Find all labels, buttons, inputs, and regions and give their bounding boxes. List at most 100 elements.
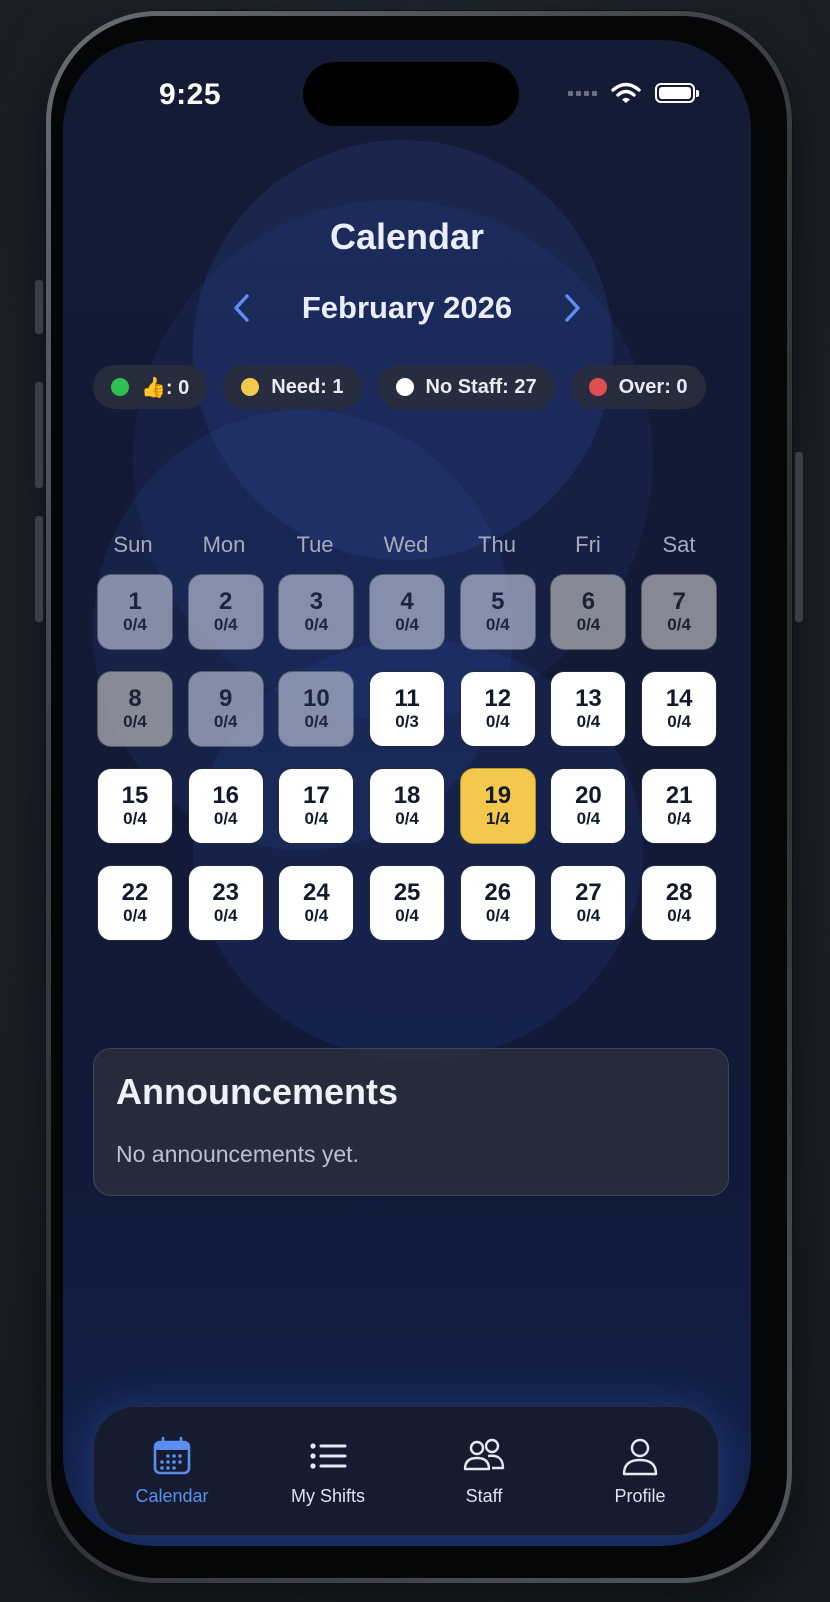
next-month-button[interactable] [552, 288, 592, 328]
staff-count: 0/4 [395, 615, 419, 634]
cellular-signal-icon [568, 90, 597, 96]
calendar-day-cell[interactable]: 9 0/4 [187, 671, 264, 747]
staff-count: 0/4 [213, 615, 238, 634]
day-number: 11 [394, 685, 420, 712]
day-number: 18 [393, 782, 421, 809]
calendar-day-cell[interactable]: 5 0/4 [459, 574, 536, 650]
weekday-label: Thu [478, 532, 516, 557]
day-number: 15 [121, 782, 149, 809]
staff-count: 0/3 [395, 712, 419, 731]
calendar-day-cell[interactable]: 22 0/4 [97, 865, 173, 941]
staff-count: 0/4 [395, 906, 419, 925]
day-number: 28 [665, 879, 693, 906]
calendar-day-cell[interactable]: 24 0/4 [278, 865, 355, 941]
calendar-day-cell[interactable]: 11 0/3 [369, 671, 446, 747]
dynamic-island [303, 62, 519, 126]
power-button [795, 452, 803, 622]
tab-my-shifts[interactable]: My Shifts [253, 1436, 403, 1507]
white-dot-icon [395, 378, 414, 396]
staff-count: 0/4 [667, 615, 691, 634]
weekday-label: Fri [575, 532, 601, 557]
month-label: February 2026 [301, 290, 513, 325]
calendar-day-cell[interactable]: 26 0/4 [459, 865, 536, 941]
staff-count: 0/4 [304, 906, 329, 925]
staff-count: 0/4 [576, 906, 601, 925]
day-number: 12 [484, 685, 512, 712]
calendar-day-cell[interactable]: 21 0/4 [641, 768, 718, 844]
calendar-day-cell[interactable]: 16 0/4 [187, 768, 264, 844]
status-time: 9:25 [159, 78, 222, 111]
staff-count: 0/4 [667, 809, 691, 828]
legend-need: Need: 1 [223, 365, 362, 409]
day-number: 21 [665, 782, 693, 809]
calendar-day-cell[interactable]: 18 0/4 [369, 768, 446, 844]
chevron-left-icon [234, 294, 249, 322]
day-number: 2 [219, 588, 233, 615]
day-number: 9 [219, 685, 233, 712]
legend-no-staff: No Staff: 27 [377, 365, 555, 409]
day-number: 27 [575, 879, 602, 906]
calendar-day-cell[interactable]: 19 1/4 [459, 768, 536, 844]
calendar-day-cell[interactable]: 1 0/4 [97, 574, 173, 650]
weekday-label: Tue [296, 532, 334, 557]
staff-count: 0/4 [576, 712, 601, 731]
day-number: 4 [400, 588, 414, 615]
day-number: 8 [128, 685, 142, 712]
tab-label: Calendar [135, 1485, 209, 1506]
calendar-day-cell[interactable]: 14 0/4 [641, 671, 718, 747]
calendar-day-cell[interactable]: 4 0/4 [369, 574, 446, 650]
calendar-day-cell[interactable]: 10 0/4 [278, 671, 355, 747]
calendar-day-cell[interactable]: 2 0/4 [187, 574, 264, 650]
staff-count: 0/4 [213, 906, 238, 925]
day-number: 1 [128, 588, 142, 615]
staff-count: 0/4 [123, 809, 147, 828]
red-dot-icon [588, 378, 607, 396]
bottom-tab-bar: Calendar My Shifts Staff Profile [93, 1406, 719, 1536]
day-number: 25 [393, 879, 421, 906]
calendar-day-cell[interactable]: 13 0/4 [550, 671, 627, 747]
wifi-icon [611, 82, 641, 103]
list-icon [310, 1442, 347, 1469]
mute-switch [35, 280, 43, 334]
staff-count: 0/4 [576, 615, 601, 634]
prev-month-button[interactable] [222, 288, 262, 328]
calendar-day-cell[interactable]: 7 0/4 [641, 574, 718, 650]
weekday-header: Sun Mon Tue Wed Thu Fri Sat [93, 532, 719, 558]
calendar-day-cell[interactable]: 6 0/4 [550, 574, 627, 650]
day-number: 23 [212, 879, 240, 906]
battery-icon [655, 83, 699, 103]
legend-label: Over: 0 [618, 375, 688, 398]
day-number: 17 [303, 782, 330, 809]
calendar-day-cell[interactable]: 3 0/4 [278, 574, 355, 650]
calendar-day-cell[interactable]: 28 0/4 [641, 865, 718, 941]
month-navigator: February 2026 [63, 288, 751, 328]
volume-down-button [35, 516, 43, 622]
calendar-day-cell[interactable]: 25 0/4 [369, 865, 446, 941]
status-legend: 👍: 0 Need: 1 No Staff: 27 Over: 0 [93, 365, 713, 409]
staff-count: 0/4 [576, 809, 601, 828]
calendar-day-cell[interactable]: 20 0/4 [550, 768, 627, 844]
day-number: 24 [303, 879, 330, 906]
calendar-day-cell[interactable]: 17 0/4 [278, 768, 355, 844]
phone-frame: 9:25 Calendar February 2026 👍: 0 Need: 1… [35, 10, 803, 1584]
calendar-day-cell[interactable]: 15 0/4 [97, 768, 173, 844]
legend-good: 👍: 0 [93, 365, 208, 409]
staff-count: 0/4 [304, 615, 329, 634]
tab-calendar[interactable]: Calendar [97, 1436, 247, 1507]
calendar-day-cell[interactable]: 23 0/4 [187, 865, 264, 941]
day-number: 14 [665, 685, 693, 712]
calendar-day-cell[interactable]: 12 0/4 [459, 671, 536, 747]
legend-label: 👍: 0 [141, 376, 190, 399]
calendar-day-cell[interactable]: 8 0/4 [97, 671, 173, 747]
day-number: 10 [303, 685, 330, 712]
calendar-day-cell[interactable]: 27 0/4 [550, 865, 627, 941]
staff-count: 0/4 [304, 712, 329, 731]
tab-label: Staff [465, 1485, 503, 1506]
day-number: 3 [309, 588, 324, 615]
tab-profile[interactable]: Profile [565, 1436, 715, 1507]
day-number: 22 [121, 879, 149, 906]
tab-staff[interactable]: Staff [409, 1436, 559, 1507]
staff-count: 0/4 [395, 809, 419, 828]
announcements-empty-text: No announcements yet. [116, 1141, 359, 1167]
staff-count: 0/4 [123, 906, 147, 925]
